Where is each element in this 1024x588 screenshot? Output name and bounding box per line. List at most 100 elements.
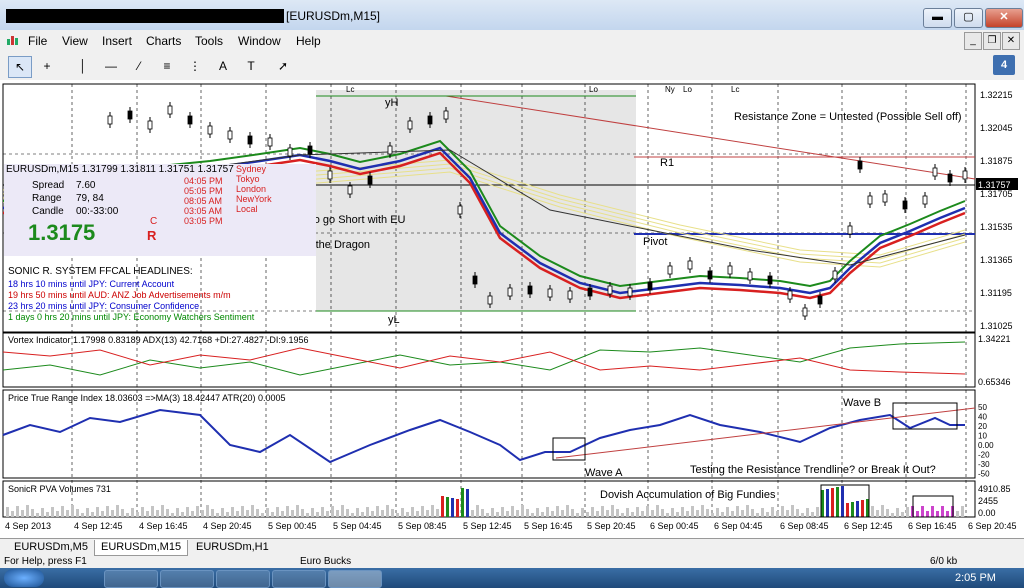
taskbar-item-1[interactable] xyxy=(104,570,158,588)
mdi-close-button[interactable]: ✕ xyxy=(1002,32,1020,50)
mdi-minimize-button[interactable]: _ xyxy=(964,32,982,50)
time-tick: 5 Sep 20:45 xyxy=(587,521,636,531)
menu-view[interactable]: View xyxy=(62,34,88,48)
horizontal-line-tool-icon[interactable]: — xyxy=(100,56,122,76)
volume-bar xyxy=(11,511,14,517)
volume-bar xyxy=(721,512,724,517)
menu-charts[interactable]: Charts xyxy=(146,34,181,48)
volume-bar xyxy=(546,507,549,517)
volume-bar xyxy=(796,509,799,517)
status-bar: For Help, press F1 Euro Bucks 6/0 kb xyxy=(0,556,1024,568)
volume-bar xyxy=(421,506,424,517)
volume-bar xyxy=(26,505,29,517)
volume-bar xyxy=(826,489,829,517)
candle-body xyxy=(667,265,673,275)
close-button[interactable]: ✕ xyxy=(985,8,1023,28)
trendline-tool-icon[interactable]: ⁄ xyxy=(128,56,150,76)
candle-body xyxy=(327,170,333,180)
volume-bar xyxy=(531,513,534,517)
minimize-button[interactable]: ▬ xyxy=(923,8,952,28)
volume-bar xyxy=(831,488,834,517)
menu-file[interactable]: File xyxy=(28,34,47,48)
ptr-tick: -50 xyxy=(978,470,990,479)
ptr-tick: -20 xyxy=(978,451,990,460)
taskbar-item-3[interactable] xyxy=(216,570,270,588)
volume-bar xyxy=(686,511,689,517)
menu-insert[interactable]: Insert xyxy=(102,34,132,48)
chart-tabs: EURUSDm,M5 EURUSDm,M15 EURUSDm,H1 xyxy=(0,538,1024,557)
price-tick: 1.31535 xyxy=(980,222,1013,232)
candle-body xyxy=(962,170,968,180)
volume-bar xyxy=(591,507,594,517)
tab-eurusdm-m15[interactable]: EURUSDm,M15 xyxy=(94,540,189,556)
volume-bar xyxy=(396,513,399,517)
volume-bar xyxy=(251,505,254,517)
candle-body xyxy=(867,195,873,205)
headline-item: 23 hrs 20 mins until JPY: Consumer Confi… xyxy=(8,301,199,311)
window-title: [EURUSDm,M15] xyxy=(286,9,381,23)
tab-eurusdm-m5[interactable]: EURUSDm,M5 xyxy=(8,540,94,555)
toolbar-badge[interactable]: 4 xyxy=(993,55,1015,75)
tab-eurusdm-h1[interactable]: EURUSDm,H1 xyxy=(190,540,275,555)
taskbar-item-2[interactable] xyxy=(160,570,214,588)
vertical-line-tool-icon[interactable]: │ xyxy=(72,56,94,76)
fibonacci-tool-icon[interactable]: ⋮ xyxy=(184,56,206,76)
volume-bar xyxy=(301,509,304,517)
volume-bar xyxy=(726,507,729,517)
candle-body xyxy=(147,120,153,130)
volume-bar xyxy=(896,508,899,517)
volume-bar xyxy=(771,507,774,517)
volume-bar xyxy=(741,510,744,517)
volume-bar xyxy=(636,507,639,517)
taskbar-item-metatrader[interactable] xyxy=(328,570,382,588)
volume-bar xyxy=(451,498,454,517)
volume-bar xyxy=(651,510,654,517)
time-tick: 6 Sep 16:45 xyxy=(908,521,957,531)
maximize-button[interactable]: ▢ xyxy=(954,8,983,28)
yh-label: yH xyxy=(385,97,399,109)
volume-bar xyxy=(476,505,479,517)
chart-app-icon[interactable] xyxy=(6,33,20,47)
headline-item: 18 hrs 10 mins until JPY: Current Accoun… xyxy=(8,279,175,289)
drawing-toolbar: ↖ + │ — ⁄ ≡ ⋮ A T ➚ xyxy=(0,52,1024,81)
chart-window[interactable]: 1.32215 1.32045 1.31875 1.31705 1.31535 1.313… xyxy=(0,80,1024,538)
volume-bar xyxy=(36,513,39,517)
taskbar-item-4[interactable] xyxy=(272,570,326,588)
volume-bar xyxy=(501,507,504,517)
volume-bar xyxy=(646,506,649,517)
volume-bar xyxy=(511,506,514,517)
session-mark-ny: Ny xyxy=(665,85,675,94)
candle-body xyxy=(647,281,653,291)
candle-body xyxy=(207,125,213,135)
time-tick: 6 Sep 12:45 xyxy=(844,521,893,531)
volume-bar xyxy=(626,508,629,517)
text-tool-icon[interactable]: A xyxy=(212,56,234,76)
volume-bar xyxy=(291,510,294,517)
status-help-text: For Help, press F1 xyxy=(4,556,87,567)
chart-canvas[interactable]: 1.32215 1.32045 1.31875 1.31705 1.31535 1.313… xyxy=(0,80,1024,538)
volume-bar xyxy=(361,512,364,517)
equidistant-channel-tool-icon[interactable]: ≡ xyxy=(156,56,178,76)
cursor-tool-icon[interactable]: ↖ xyxy=(8,56,32,78)
volume-bar xyxy=(881,505,884,517)
r1-label: R1 xyxy=(660,157,674,169)
text-label-tool-icon[interactable]: T xyxy=(240,56,262,76)
volume-bar xyxy=(811,512,814,517)
menu-window[interactable]: Window xyxy=(238,34,281,48)
start-button[interactable] xyxy=(4,569,44,587)
volume-bar xyxy=(186,507,189,517)
volume-bar xyxy=(391,509,394,517)
volume-bar xyxy=(76,509,79,517)
mdi-restore-button[interactable]: ❐ xyxy=(983,32,1001,50)
volume-bar xyxy=(566,505,569,517)
time-tick: 6 Sep 04:45 xyxy=(714,521,763,531)
time-tick: 5 Sep 00:45 xyxy=(268,521,317,531)
menu-tools[interactable]: Tools xyxy=(195,34,223,48)
volume-bar xyxy=(766,512,769,517)
crosshair-tool-icon[interactable]: + xyxy=(36,56,58,76)
time-axis: 4 Sep 2013 4 Sep 12:45 4 Sep 16:45 4 Sep 20… xyxy=(5,521,1017,531)
arrow-tool-dropdown-icon[interactable]: ➚ xyxy=(272,56,294,76)
menu-help[interactable]: Help xyxy=(296,34,321,48)
menu-bar: File View Insert Charts Tools Window Hel… xyxy=(0,30,1024,53)
volume-bar xyxy=(236,511,239,517)
